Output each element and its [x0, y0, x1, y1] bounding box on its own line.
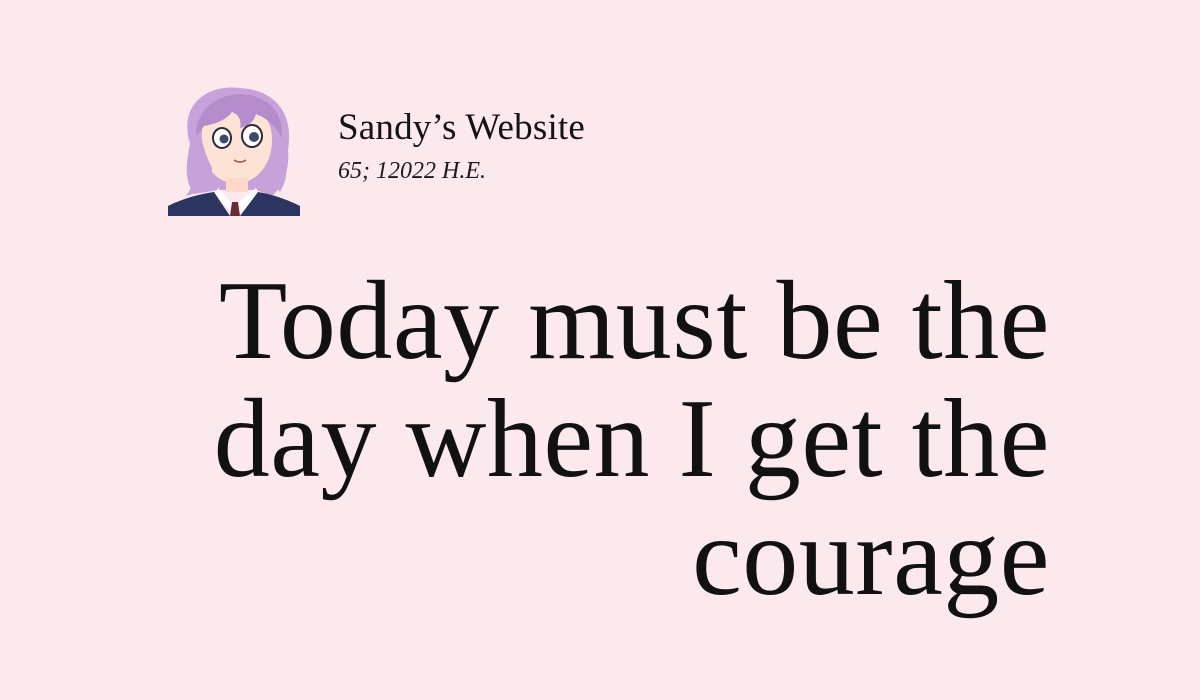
avatar[interactable]	[168, 84, 300, 216]
post-date: 65; 12022 H.E.	[338, 158, 486, 184]
post-title: Today must be the day when I get the cou…	[213, 259, 1050, 619]
site-name[interactable]: Sandy’s Website	[338, 106, 585, 150]
page: Sandy’s Website 65; 12022 H.E. Today mus…	[0, 0, 1200, 700]
site-info: Sandy’s Website 65; 12022 H.E.	[338, 106, 585, 186]
site-header: Sandy’s Website 65; 12022 H.E.	[168, 84, 585, 216]
